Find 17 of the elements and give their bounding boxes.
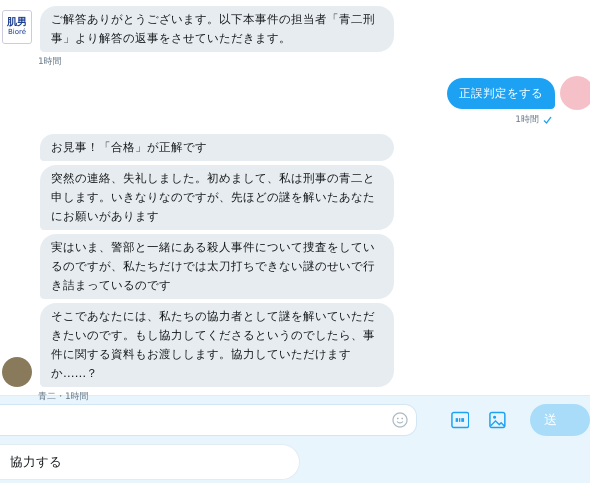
logo-text: 肌男 — [7, 17, 27, 28]
avatar-placeholder — [2, 357, 32, 387]
message-bubble: ご解答ありがとうございます。以下本事件の担当者「青二刑事」より解答の返事をさせていただきます。 — [40, 6, 394, 52]
message-bubble: 実はいま、警部と一緒にある殺人事件について捜査をしているのですが、私たちだけでは太刀打ちできない謎のせいで行き詰まっているのです — [40, 234, 394, 299]
message-time: 1時間 — [515, 114, 539, 126]
quick-reply-button[interactable]: 協力する — [0, 444, 300, 480]
message-bubble: そこであなたには、私たちの協力者として謎を解いていただきたいのです。もし協力してくださるというのでしたら、事件に関する資料もお渡しします。協力していただけますか……？ — [40, 303, 394, 387]
message-bubble: 突然の連絡、失礼しました。初めまして、私は刑事の青二と申します。いきなりなのですが、先ほどの謎を解いたあなたにお願いがあります — [40, 165, 394, 230]
message-bubble: お見事！「合格」が正解です — [40, 134, 394, 161]
image-icon[interactable] — [489, 411, 506, 429]
emoji-icon[interactable] — [392, 412, 408, 428]
message-bubble: 正誤判定をする — [447, 78, 555, 109]
message-input[interactable] — [0, 404, 417, 436]
gif-icon[interactable] — [450, 411, 470, 429]
message-time: 1時間 — [38, 57, 62, 67]
avatar-placeholder — [560, 76, 590, 110]
message-time: 青二・1時間 — [38, 392, 89, 402]
